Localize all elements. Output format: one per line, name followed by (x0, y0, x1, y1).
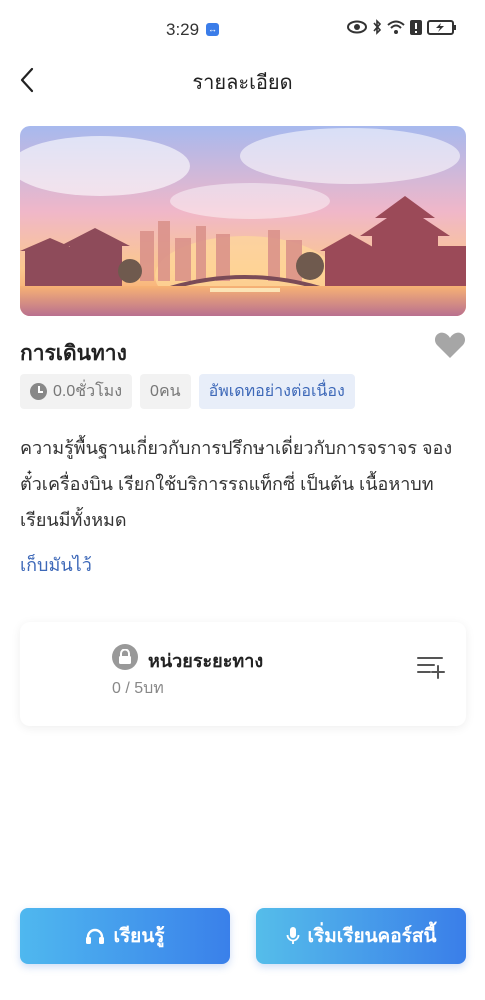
favorite-button[interactable] (434, 330, 466, 360)
wifi-icon (387, 20, 405, 34)
update-tag: อัพเดทอย่างต่อเนื่อง (198, 374, 355, 409)
status-icons (347, 19, 457, 35)
header: รายละเอียด (0, 56, 485, 104)
alert-icon (410, 19, 422, 35)
duration-tag: 0.0ชั่วโมง (20, 374, 133, 409)
start-button-label: เริ่มเรียนคอร์สนี้ (307, 926, 437, 947)
status-time: 3:29 (166, 20, 200, 39)
battery-icon (427, 19, 456, 35)
duration-label: 0.0ชั่วโมง (53, 383, 123, 400)
headphones-icon (86, 928, 105, 944)
learn-button-label: เรียนรู้ (113, 926, 165, 947)
playlist-add-icon (417, 657, 445, 679)
update-label: อัพเดทอย่างต่อเนื่อง (208, 383, 345, 400)
app-notification-icon: ↔ (206, 23, 219, 36)
collapse-link[interactable]: เก็บมันไว้ (20, 550, 92, 579)
lock-icon (112, 644, 138, 670)
course-banner-image (20, 126, 466, 316)
start-course-button[interactable]: เริ่มเรียนคอร์สนี้ (256, 908, 466, 964)
learners-tag: 0คน (140, 374, 191, 409)
page-title: รายละเอียด (192, 72, 293, 94)
clock-icon (30, 383, 47, 400)
status-bar: 3:29 ↔ (0, 0, 485, 56)
learn-button[interactable]: เรียนรู้ (20, 908, 230, 964)
course-title: การเดินทาง (20, 342, 127, 365)
add-to-list-button[interactable] (416, 652, 446, 682)
unit-progress: 0 / 5บท (112, 680, 164, 697)
microphone-icon (286, 927, 299, 944)
bluetooth-icon (373, 19, 382, 35)
heart-icon (434, 332, 466, 358)
learners-label: 0คน (150, 383, 181, 400)
eye-icon (347, 20, 367, 34)
course-tags: 0.0ชั่วโมง 0คน อัพเดทอย่างต่อเนื่อง (20, 374, 355, 409)
course-description: ความรู้พื้นฐานเกี่ยวกับการปรึกษาเดี่ยวกั… (20, 438, 453, 530)
unit-title: หน่วยระยะทาง (148, 651, 264, 671)
unit-card[interactable]: หน่วยระยะทาง 0 / 5บท (20, 622, 466, 726)
